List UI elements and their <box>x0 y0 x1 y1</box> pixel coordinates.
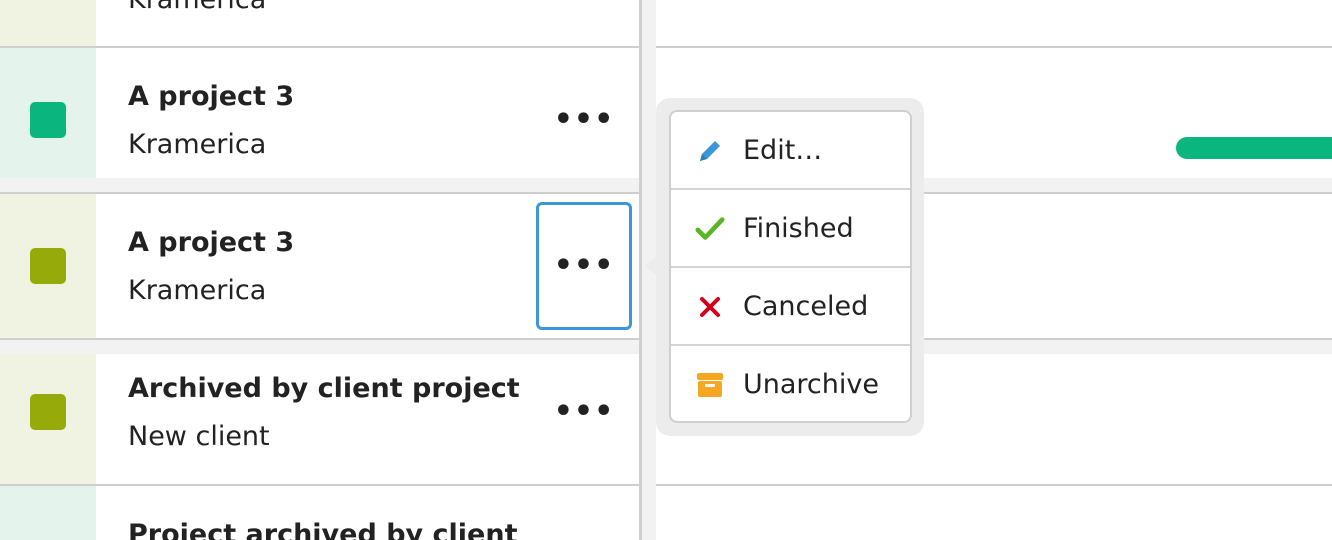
popover-arrow <box>645 246 671 286</box>
project-actions-menu: Edit… Finished Canceled Unarchive <box>669 110 912 423</box>
project-color-swatch <box>30 248 66 284</box>
x-icon <box>695 292 725 322</box>
more-options-button[interactable]: ••• <box>536 56 632 184</box>
project-client: New client <box>128 421 270 452</box>
menu-item-edit[interactable]: Edit… <box>671 112 910 189</box>
check-icon <box>695 214 725 244</box>
menu-item-canceled[interactable]: Canceled <box>671 268 910 345</box>
project-client: Kramerica <box>128 129 267 160</box>
project-name: A project 3 <box>128 81 295 112</box>
menu-item-label: Finished <box>743 213 854 244</box>
menu-item-unarchive[interactable]: Unarchive <box>671 346 910 421</box>
project-name: A project 3 <box>128 227 295 258</box>
more-options-button-focused[interactable]: ••• <box>536 202 632 330</box>
pencil-icon <box>695 136 725 166</box>
archive-box-icon <box>695 370 725 400</box>
menu-item-label: Canceled <box>743 291 869 322</box>
menu-item-finished[interactable]: Finished <box>671 190 910 267</box>
project-row: Project archived by client <box>0 486 1332 540</box>
project-name: Archived by client project <box>128 373 520 404</box>
timeline-progress-bar[interactable] <box>1176 137 1332 159</box>
project-client: Kramerica <box>128 0 266 15</box>
project-client: Kramerica <box>128 275 267 306</box>
project-name: Project archived by client <box>128 519 518 540</box>
row-color-stripe <box>0 0 96 46</box>
more-options-button[interactable]: ••• <box>536 348 632 476</box>
menu-item-label: Unarchive <box>743 369 879 400</box>
project-row: Kramerica <box>0 0 1332 46</box>
menu-item-label: Edit… <box>743 135 823 166</box>
project-color-swatch <box>30 394 66 430</box>
row-color-stripe <box>0 486 96 540</box>
project-color-swatch <box>30 102 66 138</box>
